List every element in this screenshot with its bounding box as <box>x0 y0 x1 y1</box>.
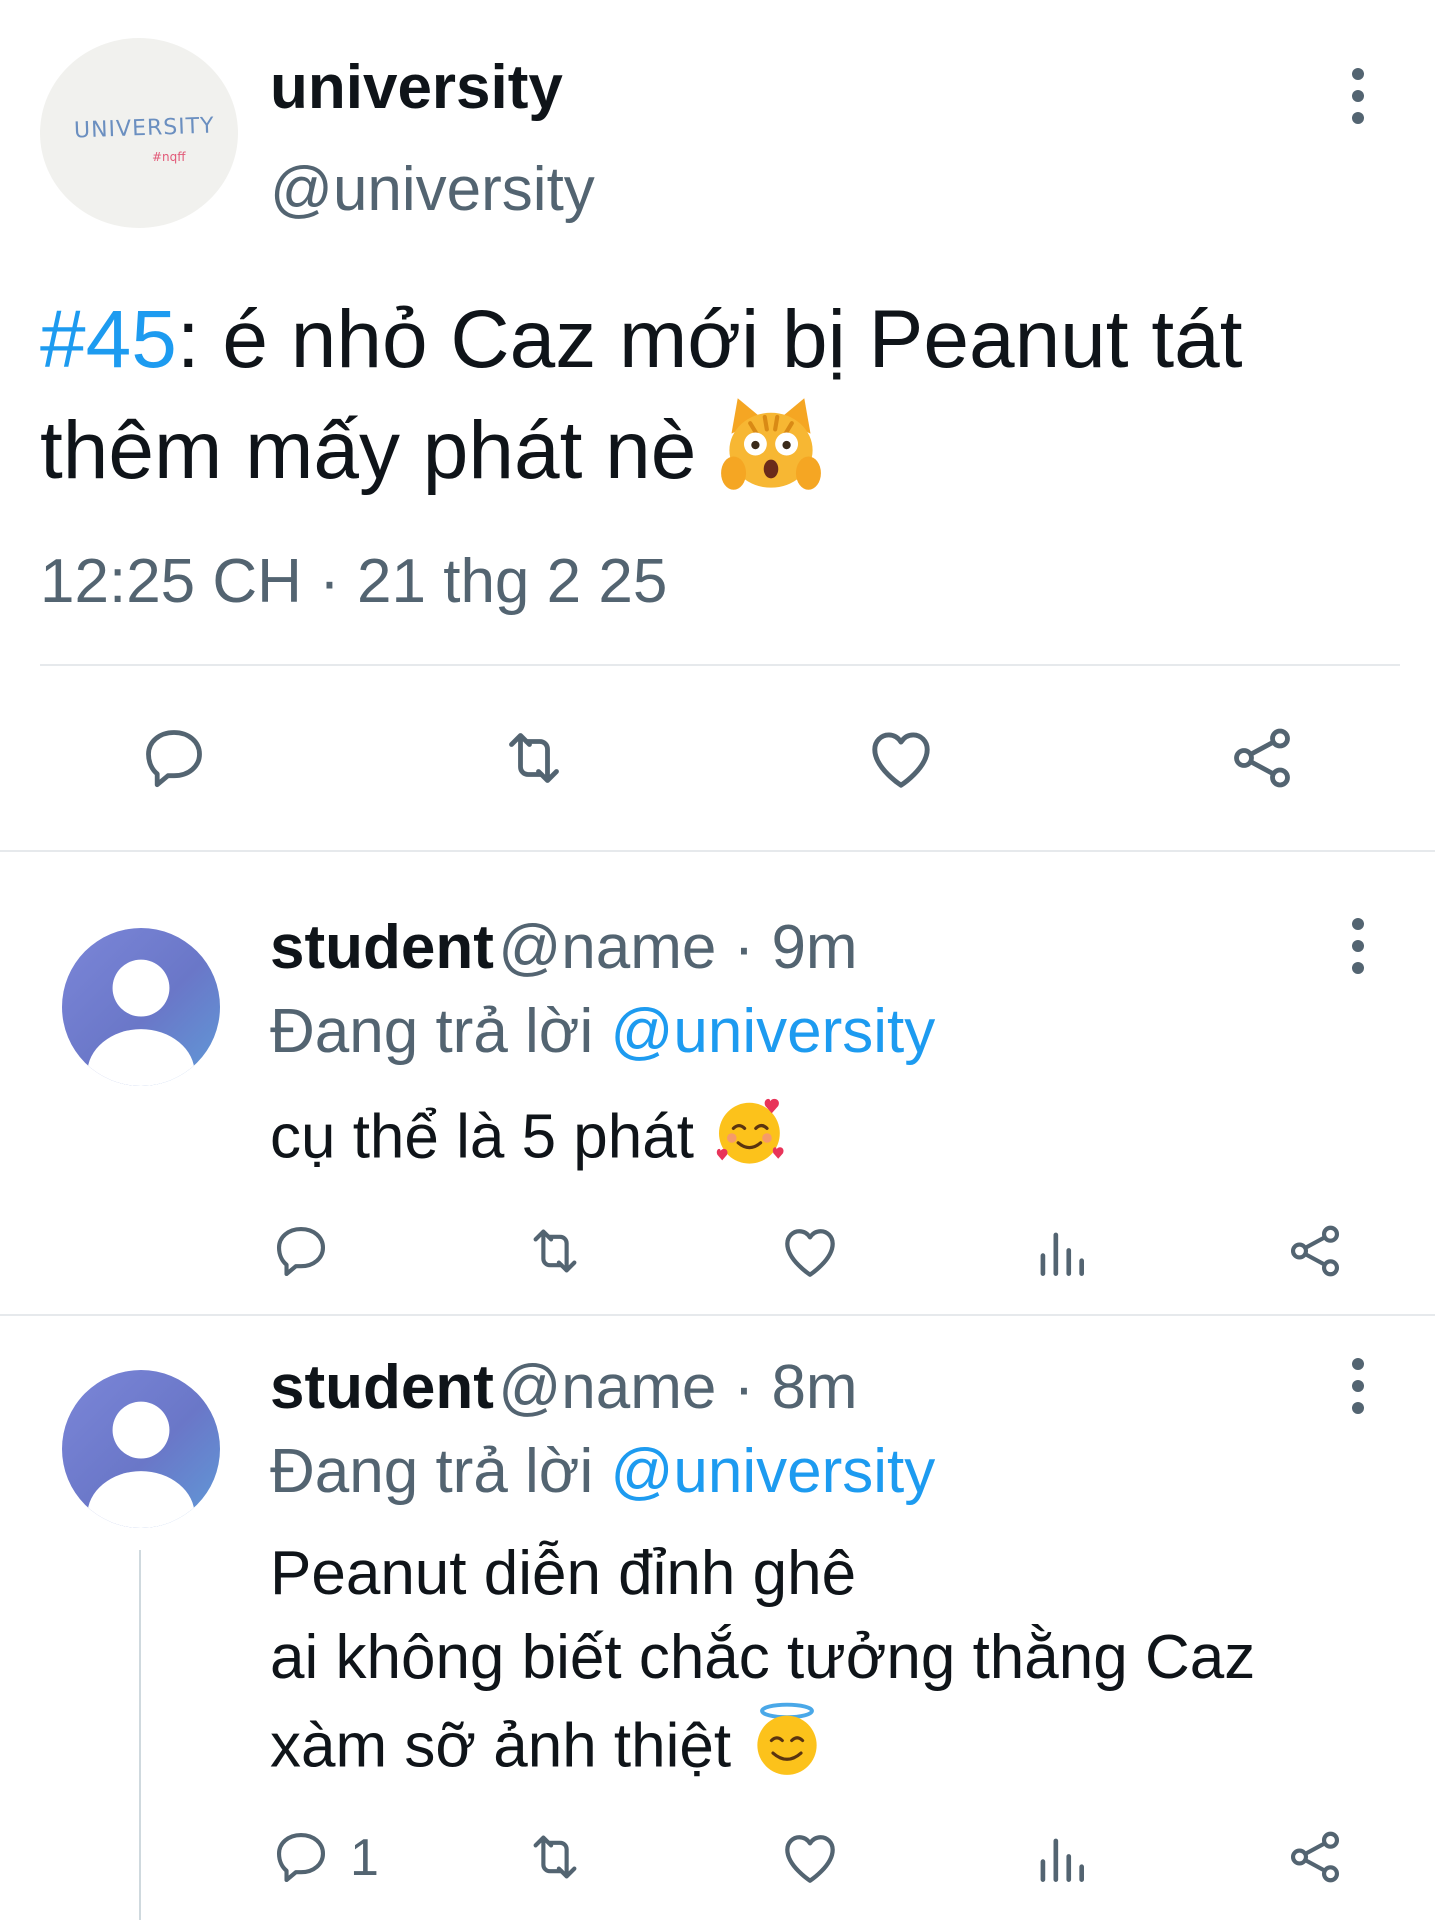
reply-line-with-emoji: xàm sỡ ảnh thiệt <box>270 1700 1255 1800</box>
reply-header: student @name · 9m <box>270 912 858 983</box>
handle-time[interactable]: @name · 9m <box>498 913 857 982</box>
timestamp[interactable]: 12:25 CH · 21 thg 2 25 <box>40 546 667 617</box>
share-icon[interactable] <box>1284 1826 1346 1888</box>
share-icon[interactable] <box>1284 1220 1346 1282</box>
avatar[interactable] <box>62 928 220 1086</box>
replying-prefix: Đang trả lời <box>270 1437 594 1506</box>
display-name[interactable]: university <box>270 52 563 123</box>
reply-line: xàm sỡ ảnh thiệt <box>270 1711 732 1781</box>
reply-icon[interactable] <box>138 722 210 794</box>
reply-body: cụ thể là 5 phát <box>270 1102 694 1172</box>
handle-time[interactable]: @name · 8m <box>498 1353 857 1422</box>
like-icon[interactable] <box>864 722 938 796</box>
more-options-icon[interactable] <box>1338 906 1378 986</box>
reply-header: student @name · 8m <box>270 1352 858 1423</box>
retweet-icon[interactable] <box>498 722 570 794</box>
handle[interactable]: @university <box>270 154 595 225</box>
thread-line <box>139 1550 141 1920</box>
divider <box>0 1314 1435 1316</box>
like-icon[interactable] <box>778 1826 842 1890</box>
reply-line: Peanut diễn đỉnh ghê <box>270 1539 857 1608</box>
retweet-icon[interactable] <box>524 1826 586 1888</box>
cat-scream-emoji-icon <box>719 392 823 521</box>
divider <box>0 850 1435 852</box>
views-icon[interactable] <box>1030 1222 1092 1284</box>
retweet-icon[interactable] <box>524 1220 586 1282</box>
reply-text: cụ thể là 5 phát <box>270 1090 791 1192</box>
replying-prefix: Đang trả lời <box>270 997 594 1066</box>
divider <box>40 664 1400 666</box>
replying-to: Đang trả lời @university <box>270 996 935 1067</box>
replying-to: Đang trả lời @university <box>270 1436 935 1507</box>
reply-count: 1 <box>350 1829 379 1887</box>
tweet-body: : é nhỏ Caz mới bị Peanut tát thêm mấy p… <box>40 294 1243 497</box>
avatar-logo-sub: #nqff <box>152 150 186 164</box>
tweet-text: #45: é nhỏ Caz mới bị Peanut tát thêm mấ… <box>40 288 1400 521</box>
more-options-icon[interactable] <box>1338 1346 1378 1426</box>
more-options-icon[interactable] <box>1338 56 1378 136</box>
replying-to-link[interactable]: @university <box>610 997 935 1066</box>
avatar[interactable]: UNIVERSITY #nqff <box>40 38 238 228</box>
halo-smile-emoji-icon <box>748 1700 826 1800</box>
avatar[interactable] <box>62 1370 220 1528</box>
avatar-logo-text: UNIVERSITY <box>73 113 216 144</box>
display-name[interactable]: student <box>270 1353 494 1422</box>
views-icon[interactable] <box>1030 1828 1092 1890</box>
reply-text: Peanut diễn đỉnh ghê ai không biết chắc … <box>270 1532 1255 1800</box>
replying-to-link[interactable]: @university <box>610 1437 935 1506</box>
reply-icon[interactable] <box>270 1220 332 1282</box>
reply-line: ai không biết chắc tưởng thằng Caz <box>270 1623 1256 1692</box>
like-icon[interactable] <box>778 1220 842 1284</box>
smiling-hearts-emoji-icon <box>711 1090 791 1192</box>
share-icon[interactable] <box>1226 722 1298 794</box>
reply-icon[interactable] <box>270 1826 332 1888</box>
hashtag-link[interactable]: #45 <box>40 294 177 385</box>
display-name[interactable]: student <box>270 913 494 982</box>
